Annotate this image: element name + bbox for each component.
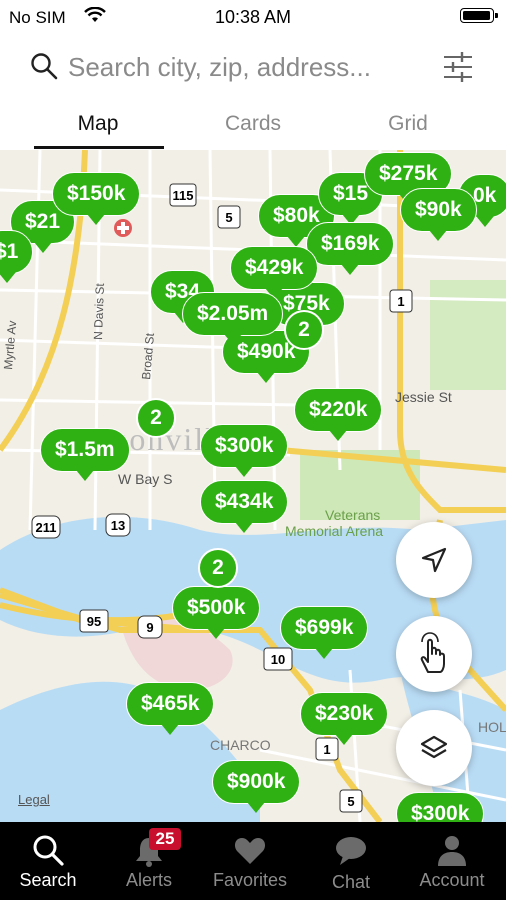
price-pin[interactable]: $434k (200, 480, 289, 533)
label-veterans: Veterans (325, 507, 380, 523)
alerts-badge: 25 (149, 828, 181, 850)
map-layers-button[interactable] (396, 710, 472, 786)
tab-bar-label: Favorites (212, 870, 288, 890)
tab-map[interactable]: Map (38, 112, 158, 136)
bottom-tab-bar: Search 25 Alerts Favorites Chat Account (0, 822, 506, 900)
navigation-arrow-icon (421, 547, 447, 573)
route-shield: 115 (173, 188, 194, 203)
search-input[interactable] (68, 48, 428, 86)
tab-bar-label: Account (419, 870, 485, 890)
heart-icon (234, 838, 266, 864)
clock: 10:38 AM (214, 7, 292, 27)
route-shield: 1 (323, 742, 330, 757)
route-shield: 9 (146, 620, 153, 635)
filter-sliders-icon[interactable] (442, 50, 474, 84)
price-pin[interactable]: $900k (212, 760, 301, 813)
price-pin[interactable]: $2.05m (182, 292, 284, 345)
tab-bar-chat[interactable]: Chat (301, 822, 401, 900)
layers-icon (420, 735, 448, 759)
route-shield: 95 (87, 614, 101, 629)
label-hol: HOL (478, 719, 506, 735)
price-pin[interactable]: $699k (280, 606, 369, 659)
battery-icon (460, 8, 498, 23)
cluster-marker[interactable]: 2 (198, 548, 238, 588)
route-shield: 1 (397, 294, 404, 309)
price-pin[interactable]: $300k (396, 792, 485, 822)
label-arena: Memorial Arena (285, 523, 383, 539)
route-shield: 5 (225, 210, 232, 225)
view-tabs: Map Cards Grid (0, 100, 506, 151)
road-label-bay: W Bay S (118, 471, 172, 487)
person-icon (438, 836, 466, 866)
map-view[interactable]: Jessie St W Bay S Veterans Memorial Aren… (0, 150, 506, 822)
hand-pointer-icon (420, 632, 445, 673)
tab-cards[interactable]: Cards (193, 112, 313, 136)
route-shield: 211 (36, 520, 57, 535)
price-pin[interactable]: $1.5m (40, 428, 130, 481)
price-pin[interactable]: $220k (294, 388, 383, 441)
price-pin[interactable]: $169k (306, 222, 395, 275)
price-pin[interactable]: $230k (300, 692, 389, 745)
search-icon (33, 835, 64, 866)
tab-bar-favorites[interactable]: Favorites (200, 822, 300, 900)
tab-grid[interactable]: Grid (348, 112, 468, 136)
cluster-marker[interactable]: 2 (284, 310, 324, 350)
label-charco: CHARCO (210, 737, 271, 753)
draw-area-button[interactable] (396, 616, 472, 692)
tab-bar-label: Search (19, 870, 77, 890)
status-bar: No SIM 10:38 AM (0, 0, 506, 34)
locate-me-button[interactable] (396, 522, 472, 598)
route-shield: 13 (111, 518, 125, 533)
legal-link[interactable]: Legal (18, 792, 50, 807)
road-label-jessie: Jessie St (395, 389, 452, 405)
road-label-davis: N Davis St (91, 282, 107, 340)
price-pin[interactable]: $429k (230, 246, 319, 299)
tab-bar-alerts[interactable]: 25 Alerts (99, 822, 199, 900)
price-pin[interactable]: $300k (200, 424, 289, 477)
tab-bar-label: Alerts (125, 870, 172, 890)
price-pin[interactable]: $150k (52, 172, 141, 225)
price-pin[interactable]: $90k (400, 188, 477, 241)
search-icon (31, 53, 58, 80)
route-shield: 5 (347, 794, 354, 809)
active-tab-indicator (34, 146, 164, 149)
search-bar (0, 40, 506, 96)
tab-bar-account[interactable]: Account (402, 822, 502, 900)
price-pin[interactable]: $500k (172, 586, 261, 639)
tab-bar-search[interactable]: Search (0, 822, 98, 900)
cluster-marker[interactable]: 2 (136, 398, 176, 438)
route-shield: 10 (271, 652, 285, 667)
price-pin[interactable]: $465k (126, 682, 215, 735)
chat-bubble-icon (336, 837, 366, 865)
tab-bar-label: Chat (331, 872, 371, 892)
